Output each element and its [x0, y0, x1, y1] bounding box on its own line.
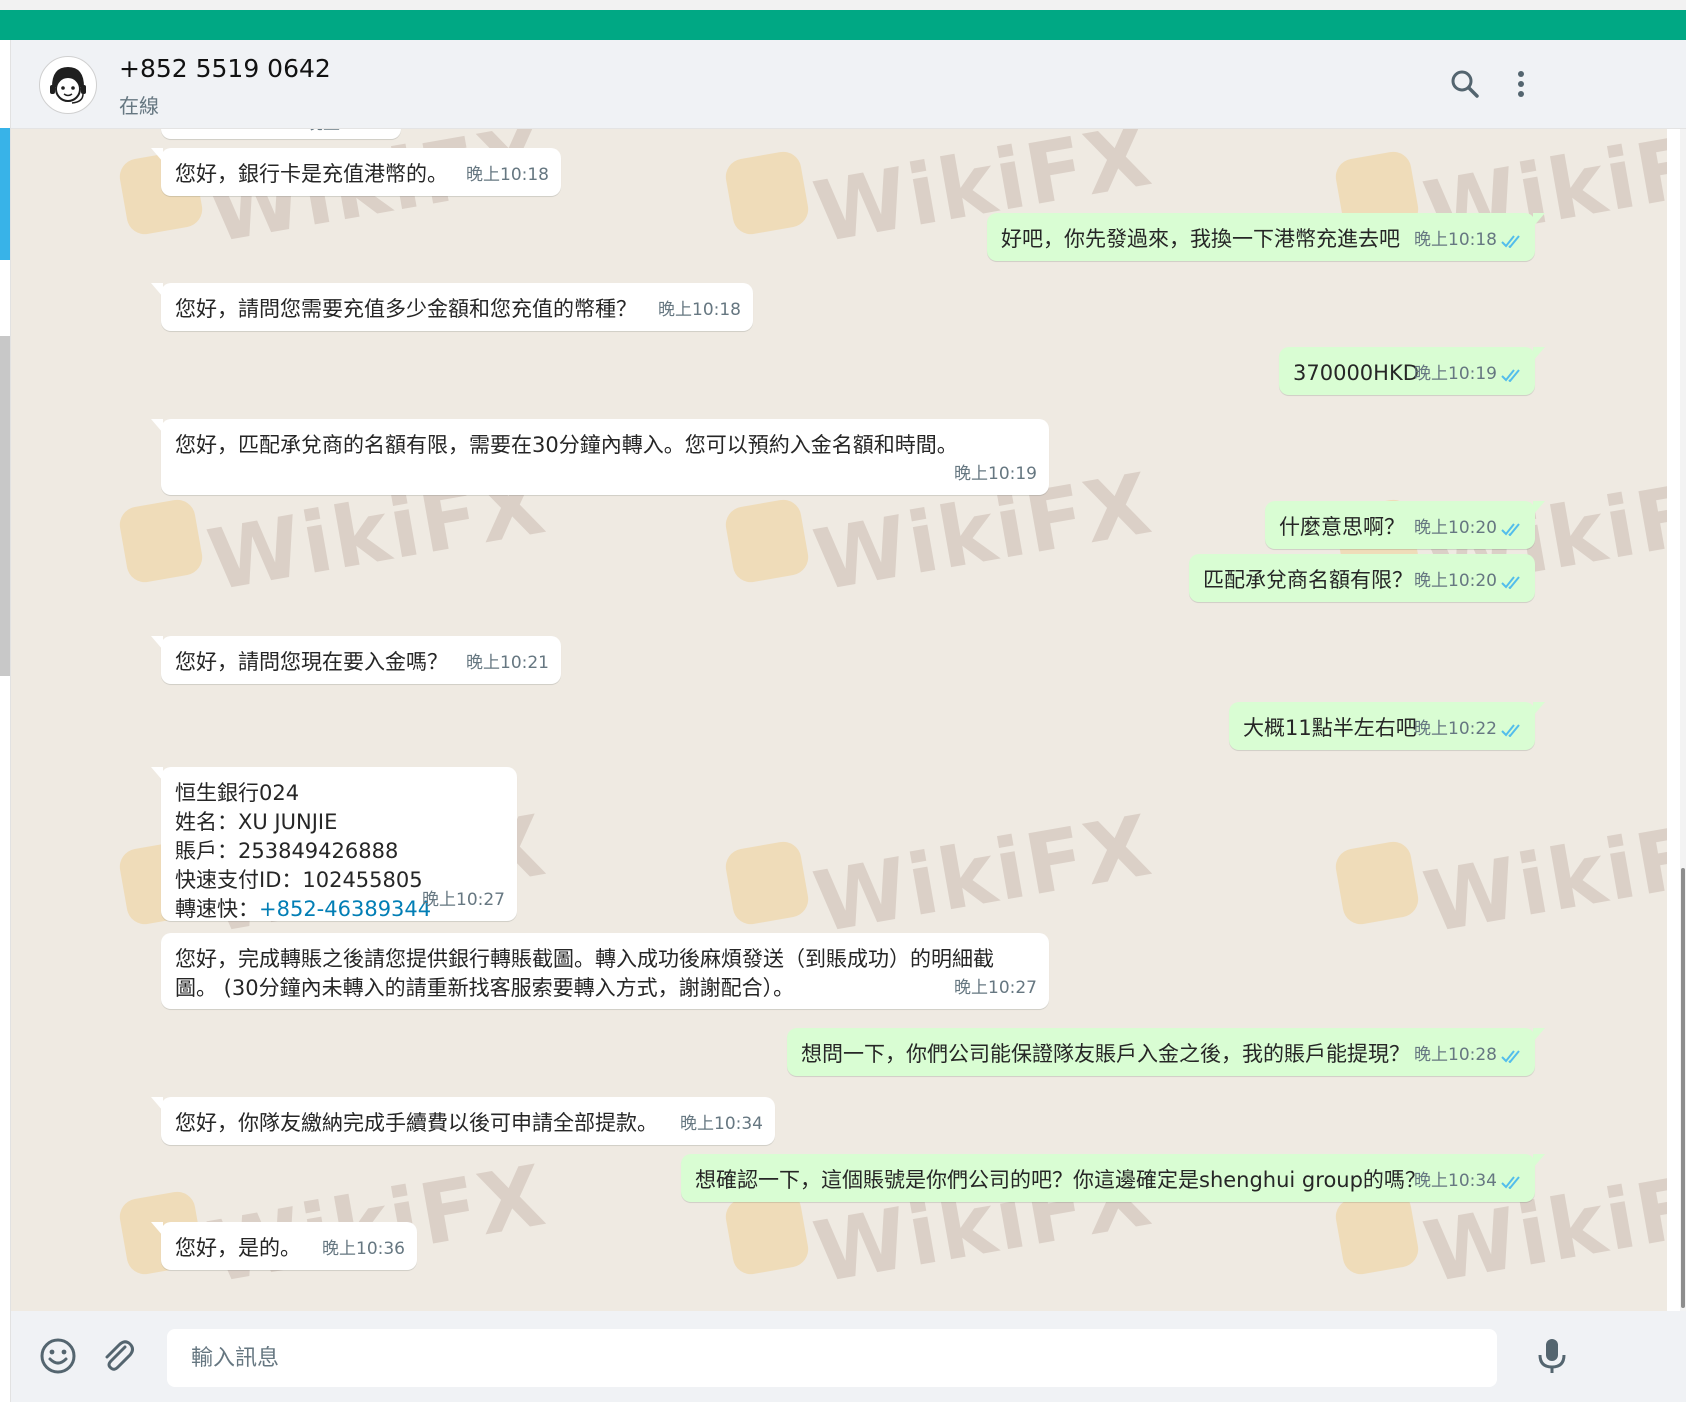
browser-top-edge — [0, 0, 1686, 10]
message-text: 想問一下，你們公司能保證隊友賬戶入金之後，我的賬戶能提現？ — [801, 1042, 1410, 1066]
watermark-logo — [722, 838, 812, 928]
message-text: 您好，完成轉賬之後請您提供銀行轉賬截圖。轉入成功後麻煩發送（到賬成功）的明細截 … — [175, 947, 994, 1000]
chat-scrollbar-thumb[interactable] — [1681, 868, 1685, 1308]
message-incoming[interactable]: 您好，是的。 晚上10:36 — [151, 1222, 417, 1270]
message-time: 晚上10:18 — [466, 165, 549, 185]
read-ticks-icon — [1501, 234, 1520, 248]
message-outgoing[interactable]: 想問一下，你們公司能保證隊友賬戶入金之後，我的賬戶能提現？ 晚上10:28 — [787, 1028, 1545, 1076]
watermark-logo — [1332, 838, 1422, 928]
message-text: 大概11點半左右吧 — [1243, 716, 1417, 740]
watermark-logo — [722, 1188, 812, 1278]
read-ticks-icon — [1501, 575, 1520, 589]
message-text: 什麼意思啊？ — [1279, 515, 1405, 539]
message-outgoing[interactable]: 想確認一下，這個賬號是你們公司的吧？你這邊確定是shenghui group的嗎… — [681, 1154, 1545, 1202]
read-ticks-icon — [1501, 1175, 1520, 1189]
contact-name[interactable]: +852 5519 0642 — [119, 54, 331, 83]
read-ticks-icon — [1501, 522, 1520, 536]
watermark-logo — [1332, 1188, 1422, 1278]
message-time: 晚上10:27 — [954, 978, 1037, 998]
message-outgoing[interactable]: 匹配承兌商名額有限？ 晚上10:20 — [1189, 554, 1535, 602]
message-time: 晚上10:22 — [1414, 715, 1523, 744]
message-time: 晚上10:20 — [1414, 514, 1523, 543]
message-incoming[interactable]: 恒生銀行024 姓名：XU JUNJIE 賬戶：253849426888 快速支… — [151, 767, 517, 921]
message-line: 賬戶：253849426888 — [175, 839, 399, 863]
bubble-tail — [1533, 702, 1545, 716]
message-time: 晚上10:18 — [658, 300, 741, 320]
bubble-tail — [151, 767, 163, 781]
message-time: 晚上10:21 — [466, 653, 549, 673]
message-text: 您好，請問您現在要入金嗎？ — [175, 650, 448, 674]
message-time: 晚上10:34 — [680, 1114, 763, 1134]
emoji-icon[interactable] — [37, 1335, 79, 1377]
message-time: 晚上10:19 — [954, 464, 1037, 484]
menu-icon[interactable] — [1501, 64, 1541, 104]
message-incoming-partial[interactable]: 晚上10:16 — [161, 129, 401, 139]
bubble-tail — [151, 1222, 163, 1236]
message-time: 晚上10:28 — [1414, 1041, 1523, 1070]
message-incoming[interactable]: 您好，請問您需要充值多少金額和您充值的幣種？ 晚上10:18 — [151, 283, 753, 331]
bubble-tail — [151, 283, 163, 297]
message-line: 恒生銀行024 — [175, 781, 300, 805]
message-time: 晚上10:20 — [1414, 567, 1523, 596]
message-text: 您好，請問您需要充值多少金額和您充值的幣種？ — [175, 297, 637, 321]
read-ticks-icon — [1501, 1049, 1520, 1063]
message-time: 晚上10:18 — [1414, 226, 1523, 255]
avatar[interactable] — [39, 56, 97, 114]
attach-icon[interactable] — [97, 1335, 139, 1377]
message-outgoing[interactable]: 什麼意思啊？ 晚上10:20 — [1265, 501, 1545, 549]
bubble-tail — [151, 148, 163, 162]
message-text: 好吧，你先發過來，我換一下港幣充進去吧 — [1001, 227, 1400, 251]
message-outgoing[interactable]: 370000HKD 晚上10:19 — [1279, 347, 1545, 395]
message-text: 匹配承兌商名額有限？ — [1203, 568, 1413, 592]
message-input-box[interactable] — [167, 1329, 1497, 1387]
watermark-logo — [116, 496, 206, 586]
message-incoming[interactable]: 您好，你隊友繳納完成手續費以後可申請全部提款。 晚上10:34 — [151, 1097, 775, 1145]
message-time: 晚上10:27 — [422, 890, 505, 910]
bubble-tail — [151, 1097, 163, 1111]
bubble-tail — [151, 636, 163, 650]
bubble-tail — [1533, 213, 1545, 227]
message-incoming[interactable]: 您好，匹配承兌商的名額有限，需要在30分鐘內轉入。您可以預約入金名額和時間。 晚… — [151, 419, 1049, 495]
bubble-tail — [1533, 1028, 1545, 1042]
bubble-tail — [1533, 501, 1545, 515]
compose-bar — [11, 1311, 1686, 1402]
left-panel-accent — [0, 128, 10, 260]
mic-icon[interactable] — [1531, 1335, 1573, 1377]
watermark: WikiFX — [807, 796, 1160, 952]
read-ticks-icon — [1501, 368, 1520, 382]
message-incoming[interactable]: 您好，銀行卡是充值港幣的。 晚上10:18 — [151, 148, 561, 196]
message-line: 姓名：XU JUNJIE — [175, 810, 338, 834]
message-time: 晚上10:19 — [1414, 360, 1523, 389]
message-text: 您好，是的。 — [175, 1236, 301, 1260]
search-icon[interactable] — [1445, 64, 1485, 104]
left-panel-scrollbar[interactable] — [0, 336, 10, 676]
message-outgoing[interactable]: 好吧，你先發過來，我換一下港幣充進去吧 晚上10:18 — [987, 213, 1545, 261]
message-text: 您好，銀行卡是充值港幣的。 — [175, 162, 448, 186]
message-text: 想確認一下，這個賬號是你們公司的吧？你這邊確定是shenghui group的嗎… — [695, 1168, 1426, 1192]
message-time: 晚上10:36 — [322, 1239, 405, 1259]
chat-header: +852 5519 0642 在線 — [11, 40, 1686, 129]
message-outgoing[interactable]: 大概11點半左右吧 晚上10:22 — [1229, 702, 1545, 750]
app-top-bar — [0, 10, 1686, 40]
chat-panel[interactable]: WikiFX WikiFX WikiFX WikiFX WikiFX WikiF… — [11, 129, 1667, 1311]
message-text: 您好，匹配承兌商的名額有限，需要在30分鐘內轉入。您可以預約入金名額和時間。 — [175, 433, 958, 457]
message-time: 晚上10:16 — [306, 129, 389, 139]
phone-link[interactable]: +852-46389344 — [259, 897, 431, 921]
message-input[interactable] — [167, 1329, 1497, 1387]
message-text: 370000HKD — [1293, 361, 1419, 385]
watermark-logo — [722, 148, 812, 238]
read-ticks-icon — [1501, 723, 1520, 737]
message-line-prefix: 轉速快： — [175, 897, 259, 921]
bubble-tail — [1533, 1154, 1545, 1168]
bubble-tail — [151, 419, 163, 433]
watermark: WikiFX — [1417, 796, 1667, 952]
message-incoming[interactable]: 您好，請問您現在要入金嗎？ 晚上10:21 — [151, 636, 561, 684]
message-incoming[interactable]: 您好，完成轉賬之後請您提供銀行轉賬截圖。轉入成功後麻煩發送（到賬成功）的明細截 … — [161, 933, 1049, 1009]
message-time: 晚上10:34 — [1414, 1167, 1523, 1196]
message-text: 您好，你隊友繳納完成手續費以後可申請全部提款。 — [175, 1111, 658, 1135]
contact-status: 在線 — [119, 94, 159, 118]
bubble-tail — [1533, 347, 1545, 361]
watermark-logo — [722, 496, 812, 586]
